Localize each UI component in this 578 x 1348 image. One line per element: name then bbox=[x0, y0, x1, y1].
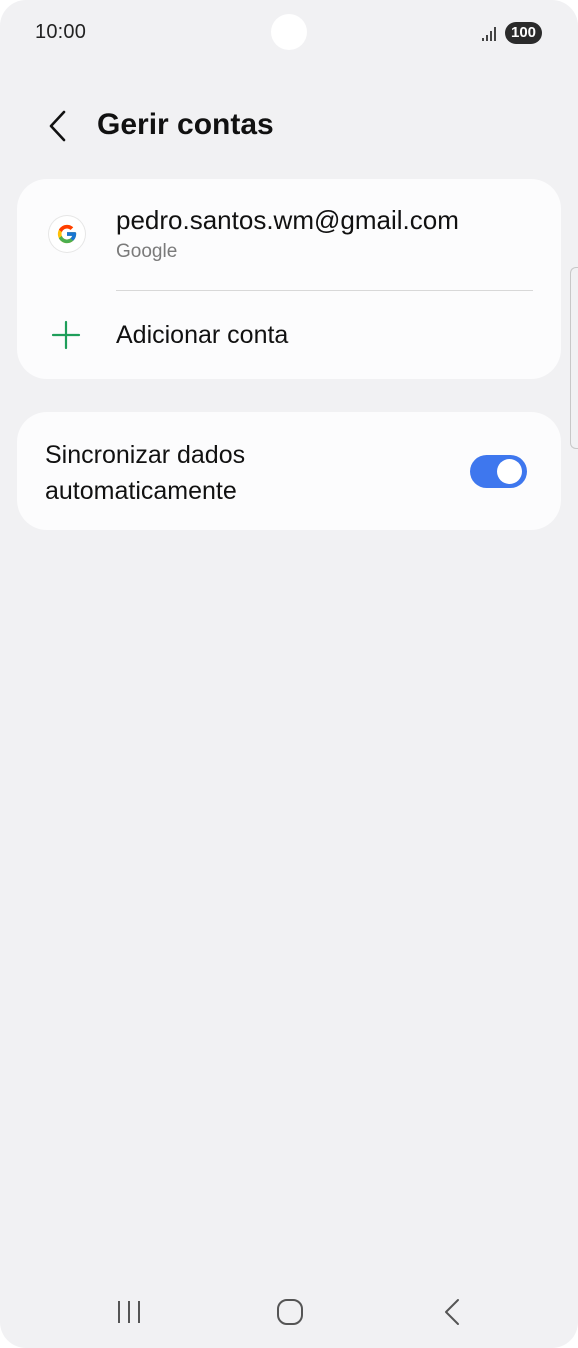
toggle-knob bbox=[497, 459, 522, 484]
screen: 10:00 100 Gerir contas pedro.santos.wm@g… bbox=[0, 0, 578, 1348]
back-chevron-icon bbox=[445, 1299, 459, 1325]
recents-button[interactable] bbox=[107, 1290, 151, 1334]
google-logo-icon bbox=[49, 216, 85, 252]
page-title: Gerir contas bbox=[97, 108, 274, 141]
home-icon bbox=[277, 1299, 303, 1325]
status-time: 10:00 bbox=[35, 21, 87, 43]
plus-icon bbox=[51, 320, 81, 350]
accounts-card: pedro.santos.wm@gmail.com Google Adicion… bbox=[17, 179, 561, 379]
add-account-button[interactable]: Adicionar conta bbox=[17, 291, 561, 379]
signal-bars-icon bbox=[482, 27, 496, 41]
sync-label: Sincronizar dados automaticamente bbox=[45, 441, 246, 505]
back-button[interactable] bbox=[36, 104, 80, 148]
nav-back-button[interactable] bbox=[430, 1290, 474, 1334]
sync-card: Sincronizar dados automaticamente bbox=[17, 412, 561, 530]
account-item-google[interactable]: pedro.santos.wm@gmail.com Google bbox=[17, 179, 561, 291]
home-button[interactable] bbox=[268, 1290, 312, 1334]
front-camera bbox=[271, 14, 307, 50]
account-provider: Google bbox=[116, 241, 178, 262]
account-email: pedro.santos.wm@gmail.com bbox=[116, 205, 459, 235]
chevron-left-icon bbox=[49, 110, 66, 142]
add-account-label: Adicionar conta bbox=[116, 321, 289, 349]
recents-icon bbox=[118, 1301, 140, 1323]
scroll-indicator bbox=[570, 267, 578, 449]
battery-indicator: 100 bbox=[505, 22, 542, 44]
sync-toggle[interactable] bbox=[470, 455, 527, 488]
